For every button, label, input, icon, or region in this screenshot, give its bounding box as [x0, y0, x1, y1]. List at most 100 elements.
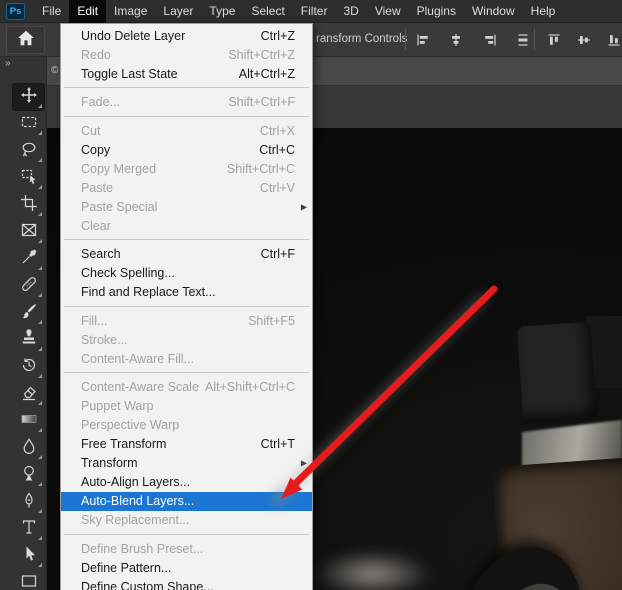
menubar-item-type[interactable]: Type: [201, 0, 243, 23]
distribute-vertical-centers-icon[interactable]: [511, 32, 535, 47]
menu-item-paste: Paste Ctrl+V: [61, 178, 312, 197]
menu-item-label: Fade...: [81, 95, 120, 109]
home-button[interactable]: [6, 26, 45, 54]
lasso-icon: [20, 140, 38, 163]
history-brush-tool[interactable]: [13, 354, 44, 380]
menu-item-auto-blend-layers[interactable]: Auto-Blend Layers...: [61, 491, 312, 511]
brush-icon: [20, 302, 38, 325]
clone-stamp-tool[interactable]: [13, 327, 44, 353]
menu-item-label: Redo: [81, 47, 111, 62]
marquee-icon: [20, 113, 38, 136]
menubar-item-select[interactable]: Select: [243, 0, 292, 23]
highlight-glint: [313, 550, 433, 590]
menu-item-paste-special: Paste Special ▶: [61, 197, 312, 216]
menu-item-shortcut: Ctrl+F: [260, 247, 295, 261]
home-icon: [16, 29, 36, 52]
menu-item-shortcut: Ctrl+C: [259, 142, 295, 157]
menu-item-label: Transform: [81, 456, 138, 470]
menu-item-free-transform[interactable]: Free Transform Ctrl+T: [61, 435, 312, 454]
align-top-edges-icon[interactable]: [542, 32, 566, 47]
menu-item-sky-replacement: Sky Replacement...: [61, 511, 312, 530]
menubar-item-layer[interactable]: Layer: [155, 0, 201, 23]
menubar-item-window[interactable]: Window: [464, 0, 523, 23]
rectangle-tool[interactable]: [13, 570, 44, 590]
menu-item-label: Cut: [81, 123, 101, 138]
menu-item-shortcut: Shift+Ctrl+F: [228, 95, 295, 109]
menu-item-shortcut: Ctrl+V: [259, 180, 295, 195]
menu-item-label: Check Spelling...: [81, 266, 175, 280]
eraser-tool[interactable]: [13, 381, 44, 407]
align-right-edges-icon[interactable]: [478, 32, 502, 47]
menu-item-puppet-warp: Puppet Warp: [61, 397, 312, 416]
menu-item-label: Puppet Warp: [81, 399, 154, 413]
dodge-icon: [20, 464, 38, 487]
eraser-icon: [20, 383, 38, 406]
menu-item-toggle-last-state[interactable]: Toggle Last State Alt+Ctrl+Z: [61, 64, 312, 83]
rectangle-icon: [20, 572, 38, 590]
menu-item-shortcut: Shift+Ctrl+Z: [228, 47, 295, 62]
object-selection-tool[interactable]: [13, 165, 44, 191]
menu-item-label: Define Custom Shape...: [81, 579, 214, 590]
menu-item-label: Content-Aware Fill...: [81, 351, 195, 366]
menubar-item-edit[interactable]: Edit: [69, 0, 107, 23]
menu-item-copy[interactable]: Copy Ctrl+C: [61, 140, 312, 159]
gradient-tool[interactable]: [13, 408, 44, 434]
menu-item-fade: Fade... Shift+Ctrl+F: [61, 93, 312, 112]
align-vertical-centers-icon[interactable]: [572, 32, 596, 47]
menu-item-content-aware-fill: Content-Aware Fill...: [61, 349, 312, 368]
menu-item-label: Paste: [81, 180, 113, 195]
menu-item-stroke: Stroke...: [61, 330, 312, 349]
menu-separator: [64, 305, 309, 307]
photoshop-window: © Ps File Edit Image Layer Type Select Filter 3…: [0, 0, 622, 590]
type-tool[interactable]: [13, 516, 44, 542]
menu-item-transform[interactable]: Transform ▶: [61, 454, 312, 473]
menu-item-clear: Clear: [61, 216, 312, 235]
menubar-item-help[interactable]: Help: [523, 0, 564, 23]
dodge-tool[interactable]: [13, 462, 44, 488]
frame-tool[interactable]: [13, 219, 44, 245]
menu-item-redo: Redo Shift+Ctrl+Z: [61, 45, 312, 64]
menu-item-find-and-replace-text[interactable]: Find and Replace Text...: [61, 283, 312, 302]
eyedropper-tool[interactable]: [13, 246, 44, 272]
move-tool[interactable]: [12, 83, 45, 111]
collapse-panel-chevron-icon[interactable]: »: [5, 58, 12, 69]
lasso-tool[interactable]: [13, 138, 44, 164]
menu-item-define-pattern[interactable]: Define Pattern...: [61, 558, 312, 577]
menubar-item-filter[interactable]: Filter: [293, 0, 336, 23]
pen-icon: [20, 491, 38, 514]
pen-tool[interactable]: [13, 489, 44, 515]
healing-brush-tool[interactable]: [13, 273, 44, 299]
crop-tool[interactable]: [13, 192, 44, 218]
frame-icon: [20, 221, 38, 244]
menu-item-label: Content-Aware Scale: [81, 380, 199, 394]
align-horizontal-centers-icon[interactable]: [444, 32, 468, 47]
menubar-item-image[interactable]: Image: [106, 0, 155, 23]
menu-separator: [64, 372, 309, 373]
blur-tool[interactable]: [13, 435, 44, 461]
menu-item-shortcut: Shift+Ctrl+C: [226, 161, 295, 176]
menu-item-label: Copy Merged: [81, 161, 157, 176]
menubar-item-file[interactable]: File: [34, 0, 69, 23]
brush-tool[interactable]: [13, 300, 44, 326]
path-select-icon: [20, 545, 38, 568]
show-transform-controls-label[interactable]: ransform Controls: [316, 23, 407, 56]
menu-separator: [64, 533, 309, 535]
menu-item-copy-merged: Copy Merged Shift+Ctrl+C: [61, 159, 312, 178]
options-separator: [405, 29, 406, 50]
menu-item-define-brush-preset: Define Brush Preset...: [61, 539, 312, 558]
stamp-icon: [20, 328, 38, 352]
align-left-edges-icon[interactable]: [411, 32, 435, 47]
align-bottom-edges-icon[interactable]: [602, 32, 622, 47]
menu-item-define-custom-shape[interactable]: Define Custom Shape...: [61, 577, 312, 590]
path-selection-tool[interactable]: [13, 543, 44, 569]
menubar-item-view[interactable]: View: [367, 0, 409, 23]
menu-item-label: Free Transform: [81, 437, 167, 451]
menu-item-check-spelling[interactable]: Check Spelling...: [61, 264, 312, 283]
menubar-item-3d[interactable]: 3D: [335, 0, 366, 23]
menu-item-auto-align-layers[interactable]: Auto-Align Layers...: [61, 473, 312, 492]
menu-item-undo-delete-layer[interactable]: Undo Delete Layer Ctrl+Z: [61, 26, 312, 45]
menu-item-search[interactable]: Search Ctrl+F: [61, 245, 312, 264]
menu-item-label: Auto-Blend Layers...: [81, 494, 195, 508]
menubar-item-plugins[interactable]: Plugins: [409, 0, 464, 23]
rectangular-marquee-tool[interactable]: [13, 111, 44, 137]
